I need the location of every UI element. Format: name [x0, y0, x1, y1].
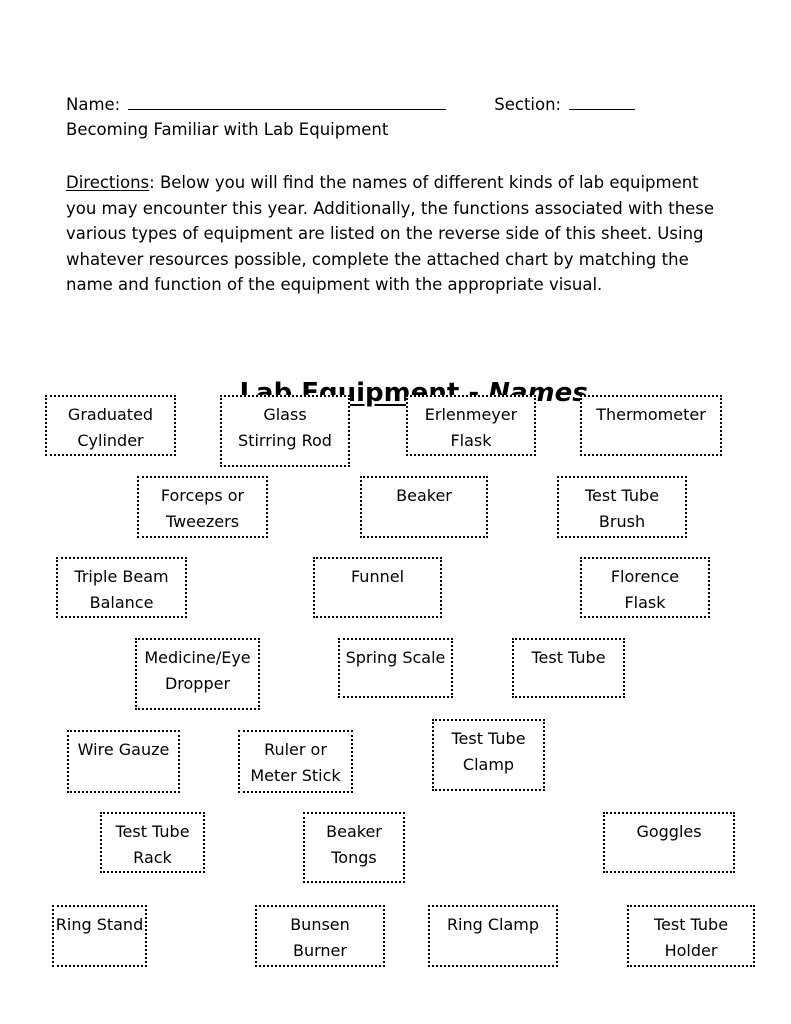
equipment-box-label: Rack: [133, 848, 172, 867]
directions-paragraph: Directions: Below you will find the name…: [66, 170, 716, 298]
equipment-box[interactable]: Ring Stand: [52, 905, 147, 967]
directions-label: Directions: [66, 173, 150, 192]
equipment-box[interactable]: Goggles: [603, 812, 735, 873]
equipment-box-label: Funnel: [350, 567, 405, 586]
equipment-box[interactable]: Ruler or Meter Stick: [238, 730, 353, 793]
equipment-box[interactable]: Erlenmeyer Flask: [406, 395, 536, 456]
name-label: Name:: [66, 95, 121, 114]
section-blank-line[interactable]: [569, 95, 636, 110]
equipment-box-label: Erlenmeyer: [424, 405, 518, 424]
equipment-box[interactable]: Wire Gauze: [67, 730, 180, 793]
equipment-box[interactable]: Beaker: [360, 476, 488, 538]
equipment-box-label: Test Tube: [653, 915, 729, 934]
equipment-box-label: Beaker: [396, 486, 452, 505]
equipment-box-label: Forceps or: [160, 486, 245, 505]
equipment-box-label: Clamp: [462, 755, 515, 774]
equipment-box-label: Dropper: [164, 674, 231, 693]
equipment-box[interactable]: Thermometer: [580, 395, 722, 456]
equipment-box[interactable]: Forceps or Tweezers: [137, 476, 268, 538]
name-section-line: Name: Section:: [66, 92, 726, 117]
equipment-box-label: Spring Scale: [345, 648, 446, 667]
worksheet-subtitle: Becoming Familiar with Lab Equipment: [66, 120, 389, 139]
equipment-box-label: Holder: [664, 941, 718, 960]
section-label: Section:: [494, 95, 562, 114]
equipment-box-label: Goggles: [636, 822, 702, 841]
equipment-box[interactable]: Glass Stirring Rod: [220, 395, 350, 467]
equipment-box[interactable]: Funnel: [313, 557, 442, 618]
equipment-box-label: Cylinder: [77, 431, 144, 450]
equipment-box-label: Thermometer: [596, 405, 706, 424]
equipment-box[interactable]: Graduated Cylinder: [45, 395, 176, 456]
equipment-box[interactable]: Beaker Tongs: [303, 812, 405, 883]
equipment-box-label: Ring Stand: [55, 915, 144, 934]
equipment-box-label: Test Tube: [584, 486, 660, 505]
equipment-box-label: Test Tube: [531, 648, 606, 667]
equipment-box-label: Ruler or: [264, 740, 327, 759]
equipment-box-label: Brush: [598, 512, 646, 531]
equipment-box[interactable]: Florence Flask: [580, 557, 710, 618]
equipment-box[interactable]: Ring Clamp: [428, 905, 558, 967]
equipment-box[interactable]: Bunsen Burner: [255, 905, 385, 967]
equipment-box-label: Wire Gauze: [77, 740, 170, 759]
equipment-box-label: Ring Clamp: [446, 915, 540, 934]
equipment-box[interactable]: Test Tube Clamp: [432, 719, 545, 791]
equipment-box[interactable]: Test Tube Rack: [100, 812, 205, 873]
name-blank-line[interactable]: [128, 95, 447, 110]
equipment-box-label: Tweezers: [165, 512, 240, 531]
equipment-box-label: Tongs: [331, 848, 377, 867]
equipment-box-label: Test Tube: [451, 729, 526, 748]
equipment-box[interactable]: Test Tube Holder: [627, 905, 755, 967]
equipment-box-label: Glass: [263, 405, 307, 424]
equipment-box-label: Graduated: [67, 405, 154, 424]
equipment-box-label: Medicine/Eye: [144, 648, 251, 667]
equipment-box[interactable]: Spring Scale: [338, 638, 453, 698]
equipment-box-label: Triple Beam: [74, 567, 169, 586]
equipment-box-label: Beaker: [326, 822, 382, 841]
equipment-box-label: Bunsen: [290, 915, 350, 934]
equipment-box[interactable]: Triple Beam Balance: [56, 557, 187, 618]
equipment-box[interactable]: Test Tube Brush: [557, 476, 687, 538]
equipment-box[interactable]: Medicine/Eye Dropper: [135, 638, 260, 710]
equipment-box-label: Burner: [293, 941, 347, 960]
document-header: Name: Section: Becoming Familiar with La…: [66, 92, 726, 142]
equipment-box-label: Flask: [450, 431, 492, 450]
equipment-box-label: Flask: [624, 593, 666, 612]
directions-body: Below you will find the names of differe…: [66, 173, 715, 295]
equipment-box[interactable]: Test Tube: [512, 638, 625, 698]
equipment-box-label: Test Tube: [115, 822, 190, 841]
equipment-box-label: Florence: [610, 567, 680, 586]
equipment-box-label: Balance: [89, 593, 154, 612]
worksheet-page: Name: Section: Becoming Familiar with La…: [0, 0, 791, 1024]
equipment-box-label: Meter Stick: [250, 766, 341, 785]
equipment-box-label: Stirring Rod: [238, 431, 332, 450]
